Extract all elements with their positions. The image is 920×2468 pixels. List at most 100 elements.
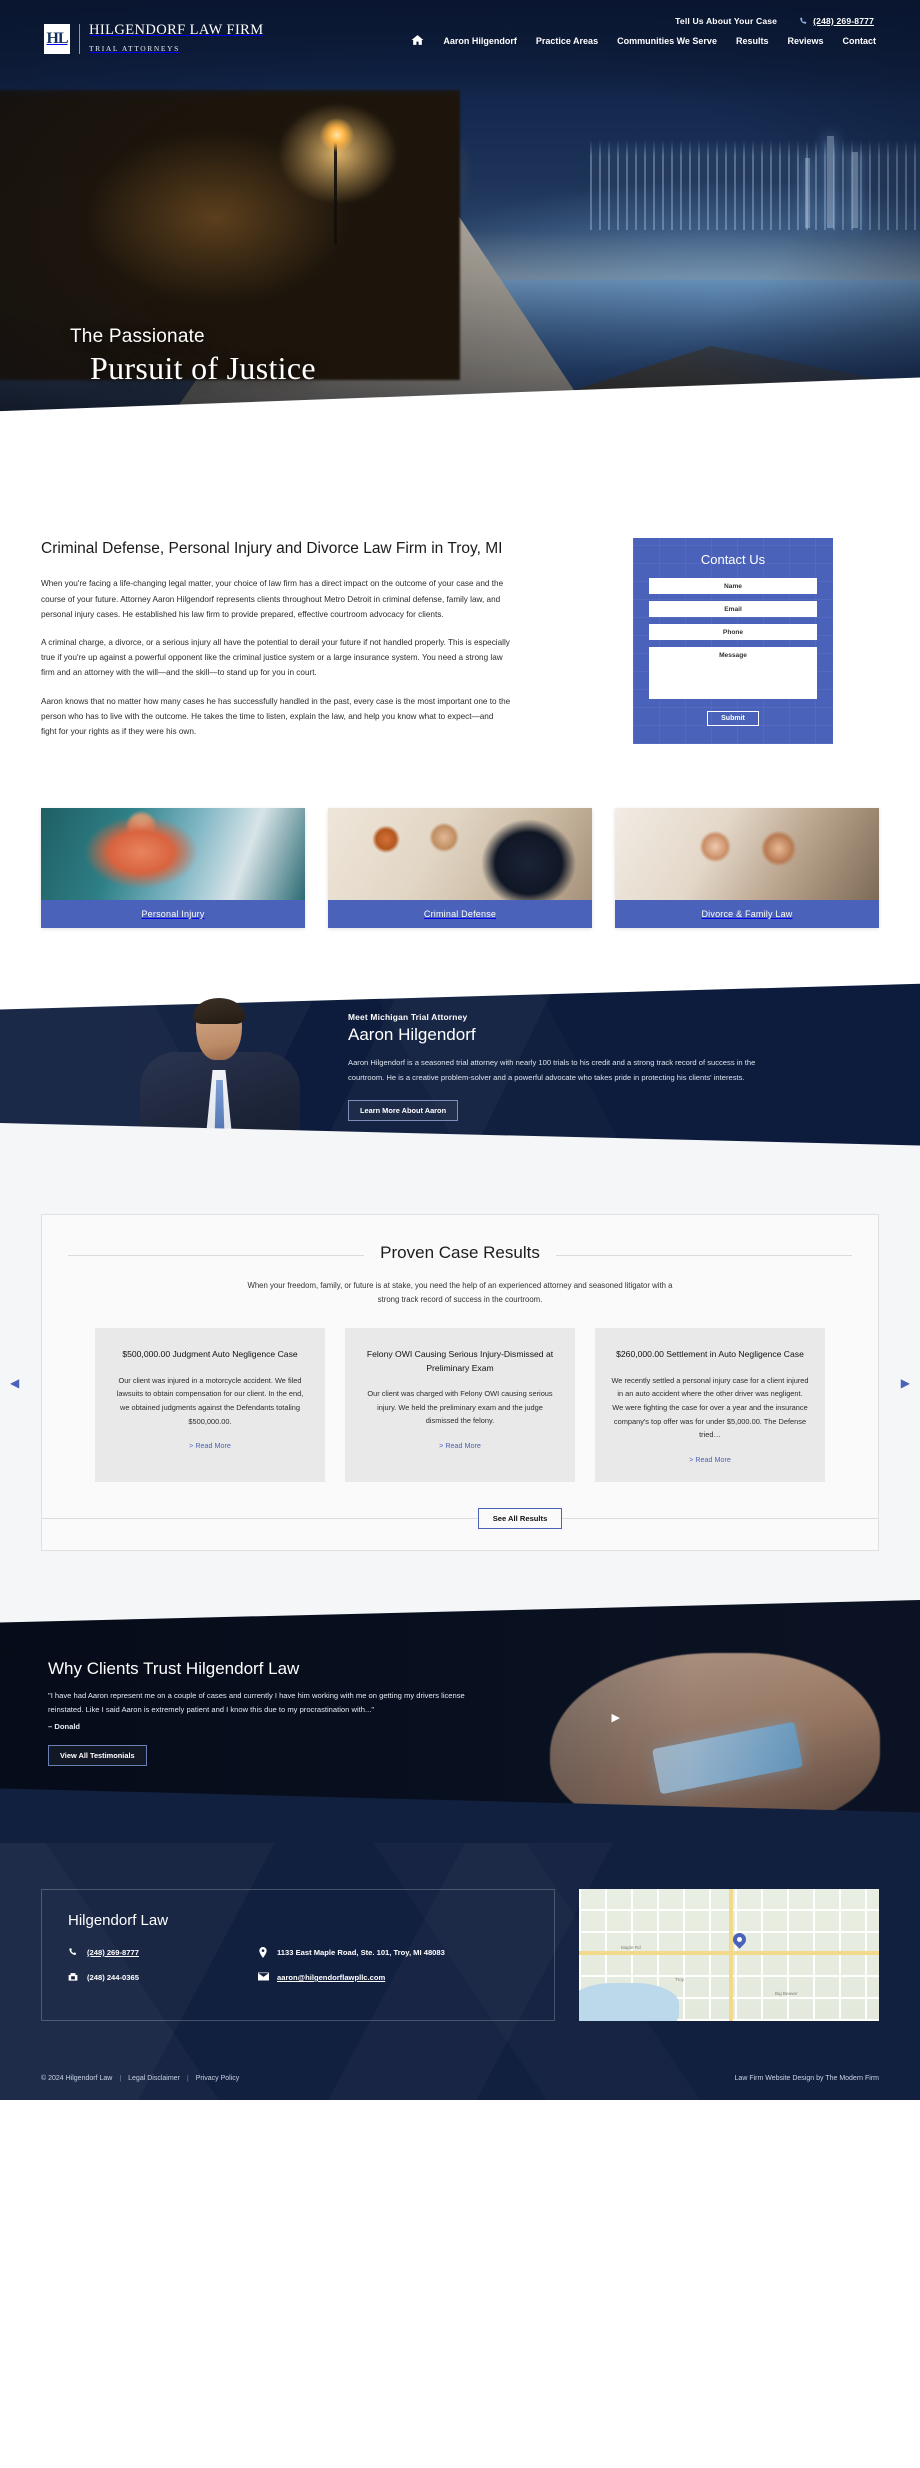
message-field-label: Message <box>719 652 747 659</box>
footer-separator-1: | <box>119 2075 122 2083</box>
personal-injury-image <box>41 808 305 901</box>
brand-name: HILGENDORF LAW FIRM <box>89 22 264 38</box>
practice-card-divorce-family-law[interactable]: Divorce & Family Law <box>615 808 879 929</box>
testimonial-author: – Donald <box>48 1721 81 1731</box>
email-field-label: Email <box>724 605 742 613</box>
result-card[interactable]: Felony OWI Causing Serious Injury-Dismis… <box>345 1328 575 1483</box>
divorce-family-law-image <box>615 808 879 901</box>
result-card[interactable]: $260,000.00 Settlement in Auto Negligenc… <box>595 1328 825 1483</box>
hero-line-1: The Passionate <box>70 326 205 347</box>
result-card-read-more[interactable]: > Read More <box>361 1441 559 1450</box>
name-field-label: Name <box>724 582 742 590</box>
footer-firm-name: Hilgendorf Law <box>68 1912 169 1930</box>
phone-icon <box>799 17 808 26</box>
nav-item-communities-we-serve[interactable]: Communities We Serve <box>617 36 717 46</box>
hero-line-2: Pursuit of Justice <box>90 350 316 386</box>
phone-field[interactable]: Phone <box>649 624 817 640</box>
intro-paragraph-2: A criminal charge, a divorce, or a serio… <box>41 637 510 678</box>
header-phone-link[interactable]: (248) 269-8777 <box>799 16 874 26</box>
header-tagline: Tell Us About Your Case <box>675 16 778 26</box>
map-label-troy: Troy <box>675 1977 685 1983</box>
learn-more-about-aaron-button[interactable]: Learn More About Aaron <box>348 1099 459 1121</box>
results-next-arrow[interactable]: ▶ <box>901 1377 910 1389</box>
result-card-title: $260,000.00 Settlement in Auto Negligenc… <box>616 1349 804 1360</box>
nav-item-aaron-hilgendorf[interactable]: Aaron Hilgendorf <box>443 36 517 46</box>
intro-paragraph-1: When you're facing a life-changing legal… <box>41 579 504 619</box>
nav-item-results[interactable]: Results <box>736 36 769 46</box>
practice-card-criminal-defense[interactable]: Criminal Defense <box>328 808 592 929</box>
hero-section: The Passionate Pursuit of Justice HL HIL… <box>0 0 920 480</box>
brand-divider <box>79 23 80 54</box>
view-all-testimonials-button[interactable]: View All Testimonials <box>48 1744 147 1766</box>
brand-logo[interactable]: HL HILGENDORF LAW FIRM TRIAL ATTORNEYS <box>44 22 264 56</box>
intro-copy: Criminal Defense, Personal Injury and Di… <box>41 538 511 752</box>
map-highway-vertical <box>729 1889 733 2022</box>
see-all-results-button[interactable]: See All Results <box>477 1508 563 1530</box>
attorney-section: Meet Michigan Trial Attorney Aaron Hilge… <box>0 970 920 1181</box>
intro-paragraph-3: Aaron knows that no matter how many case… <box>41 696 511 736</box>
submit-button[interactable]: Submit <box>707 711 759 726</box>
intro-section: Criminal Defense, Personal Injury and Di… <box>0 480 920 787</box>
hero-headline: The Passionate Pursuit of Justice <box>70 326 316 387</box>
result-card-read-more[interactable]: > Read More <box>111 1441 309 1450</box>
result-card-body: We recently settled a personal injury ca… <box>611 1375 809 1440</box>
footer-phone-number: (248) 269-8777 <box>87 1948 139 1958</box>
footer-email[interactable]: aaron@hilgendorflawpllc.com <box>258 1972 528 1983</box>
nav-item-practice-areas[interactable]: Practice Areas <box>536 36 598 46</box>
footer-copyright: © 2024 Hilgendorf Law <box>41 2075 113 2083</box>
map-label-big-beaver: Big Beaver <box>775 1991 798 1997</box>
contact-form: Contact Us Name Email Phone Message Subm… <box>633 538 833 744</box>
footer-separator-2: | <box>186 2075 189 2083</box>
testimonials-section: Why Clients Trust Hilgendorf Law "I have… <box>0 1593 920 1844</box>
footer-privacy-policy-link[interactable]: Privacy Policy <box>196 2075 240 2082</box>
home-icon <box>411 34 424 46</box>
results-subtitle: When your freedom, family, or future is … <box>247 1281 673 1304</box>
practice-card-personal-injury[interactable]: Personal Injury <box>41 808 305 929</box>
nav-home[interactable] <box>411 34 424 48</box>
footer-credit-link[interactable]: Law Firm Website Design by The Modern Fi… <box>735 2075 879 2082</box>
criminal-defense-image <box>328 808 592 901</box>
testimonial-quote: "I have had Aaron represent me on a coup… <box>48 1691 465 1715</box>
footer-email-text: aaron@hilgendorflawpllc.com <box>277 1973 386 1983</box>
case-results-section: ◀ ▶ Proven Case Results When your freedo… <box>0 1180 920 1598</box>
result-card-title: Felony OWI Causing Serious Injury-Dismis… <box>366 1349 554 1373</box>
main-navigation: Aaron Hilgendorf Practice Areas Communit… <box>411 34 876 48</box>
result-card-read-more[interactable]: > Read More <box>611 1455 809 1464</box>
attorney-portrait <box>130 998 310 1181</box>
testimonials-title: Why Clients Trust Hilgendorf Law <box>48 1659 300 1679</box>
email-field[interactable]: Email <box>649 601 817 617</box>
attorney-kicker: Meet Michigan Trial Attorney <box>348 1012 468 1023</box>
results-title: Proven Case Results <box>364 1243 556 1264</box>
page-root: The Passionate Pursuit of Justice HL HIL… <box>0 0 920 2101</box>
footer-fax: (248) 244-0365 <box>68 1972 258 1983</box>
testimonials-next-arrow[interactable]: ▶ <box>612 1711 620 1724</box>
fax-icon <box>68 1972 78 1983</box>
attorney-hair <box>193 998 245 1025</box>
footer-contact-block: Hilgendorf Law (248) 269-8777 1133 East … <box>41 1889 555 2022</box>
map-label-maple-rd: Maple Rd <box>621 1945 641 1951</box>
practice-areas-section: Personal Injury Criminal Defense Divorce… <box>0 786 920 977</box>
results-prev-arrow[interactable]: ◀ <box>10 1377 19 1389</box>
site-footer: Hilgendorf Law (248) 269-8777 1133 East … <box>0 1843 920 2101</box>
location-pin-icon <box>258 1947 268 1959</box>
phone-field-label: Phone <box>722 628 744 636</box>
footer-fax-number: (248) 244-0365 <box>87 1973 139 1983</box>
footer-map[interactable]: Troy Maple Rd Big Beaver <box>579 1889 879 2022</box>
result-card[interactable]: $500,000.00 Judgment Auto Negligence Cas… <box>95 1328 325 1483</box>
nav-item-reviews[interactable]: Reviews <box>787 36 823 46</box>
footer-phone[interactable]: (248) 269-8777 <box>68 1947 258 1958</box>
name-field[interactable]: Name <box>649 578 817 594</box>
brand-monogram-icon: HL <box>44 23 70 54</box>
footer-legal-disclaimer-link[interactable]: Legal Disclaimer <box>128 2075 180 2082</box>
practice-card-label: Criminal Defense <box>328 900 592 929</box>
attorney-name: Aaron Hilgendorf <box>348 1025 476 1045</box>
results-header: Proven Case Results <box>68 1243 852 1264</box>
message-field[interactable]: Message <box>649 647 817 699</box>
result-card-body: Our client was injured in a motorcycle a… <box>116 1375 304 1426</box>
page-title: Criminal Defense, Personal Injury and Di… <box>41 540 503 557</box>
practice-card-label: Divorce & Family Law <box>615 900 879 929</box>
phone-icon <box>68 1947 78 1958</box>
contact-form-title: Contact Us <box>700 552 766 567</box>
nav-item-contact[interactable]: Contact <box>843 36 877 46</box>
site-header: HL HILGENDORF LAW FIRM TRIAL ATTORNEYS T… <box>0 0 920 100</box>
